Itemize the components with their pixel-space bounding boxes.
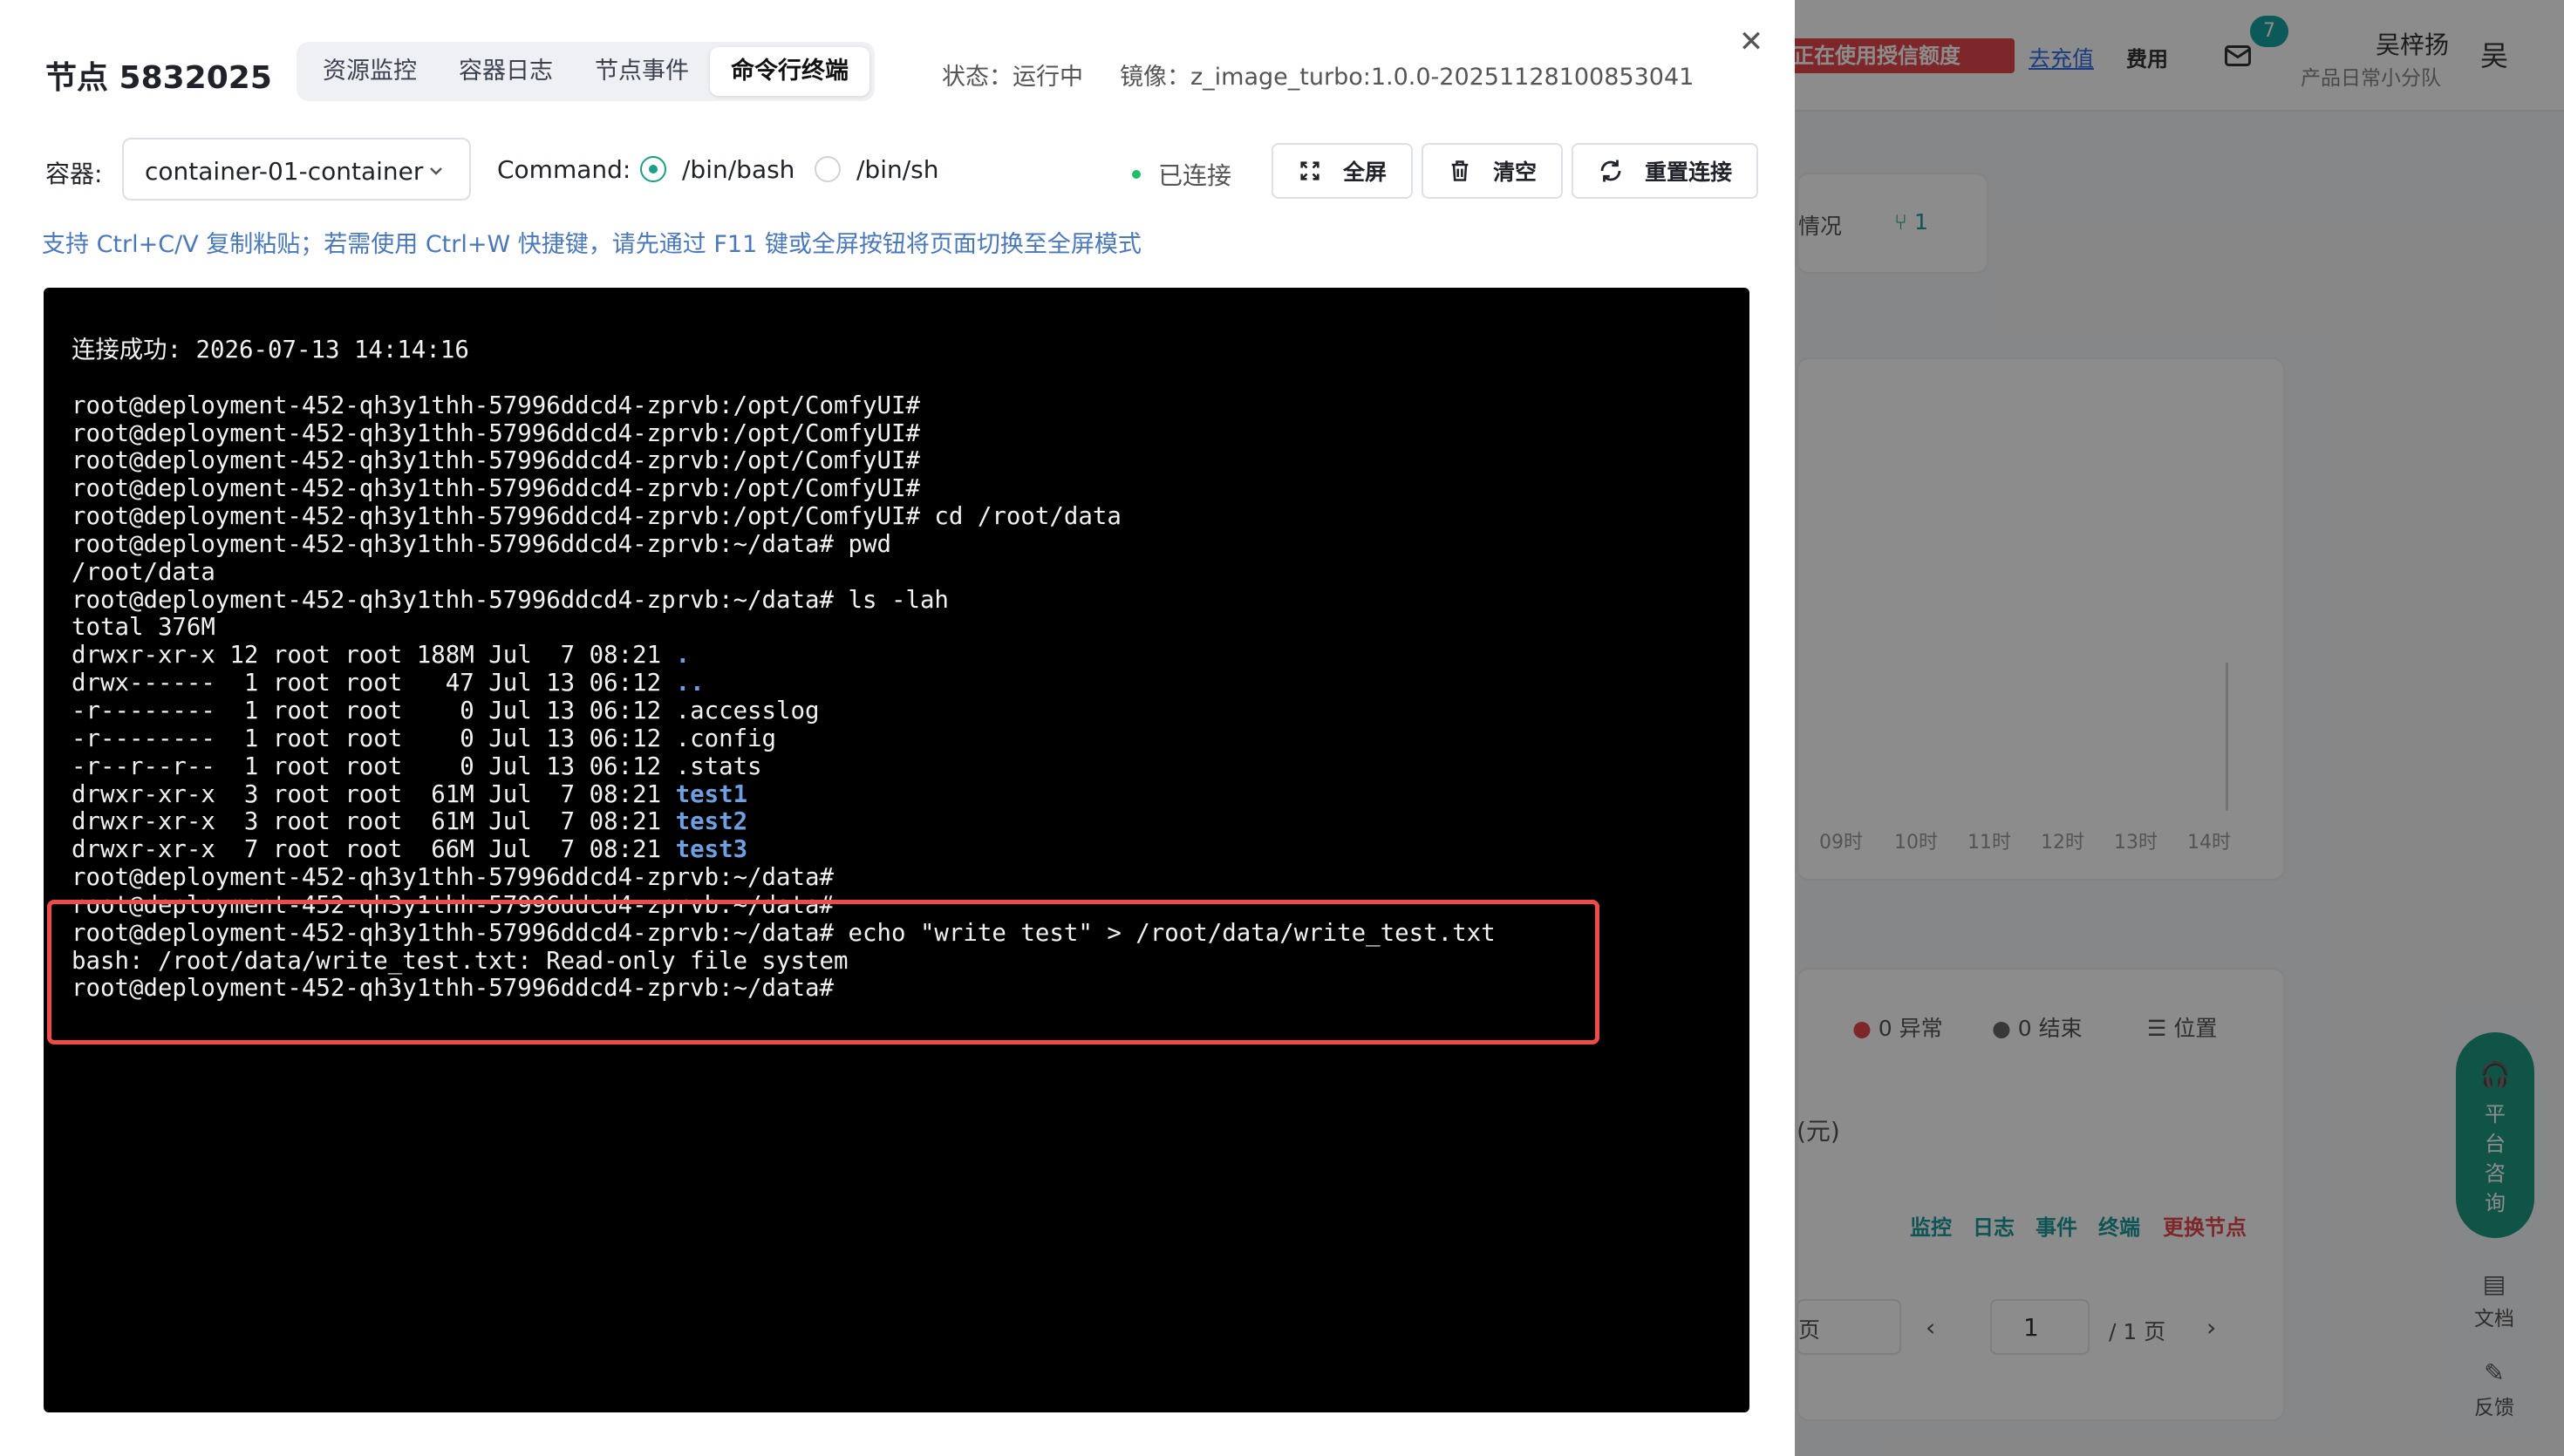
terminal-line: drwxr-xr-x 3 root root 61M Jul 7 08:21 t… [72, 808, 1496, 836]
terminal-screen[interactable]: 连接成功: 2026-07-13 14:14:16 root@deploymen… [44, 288, 1749, 1412]
terminal-line: -r--r--r-- 1 root root 0 Jul 13 06:12 .s… [72, 753, 1496, 781]
tab-resource-monitor[interactable]: 资源监控 [302, 47, 438, 96]
shell-option-bash[interactable]: /bin/bash [640, 154, 795, 184]
tab-node-events[interactable]: 节点事件 [574, 47, 710, 96]
terminal-line-text: drwxr-xr-x 3 root root 61M Jul 7 08:21 [72, 808, 676, 836]
terminal-line: -r-------- 1 root root 0 Jul 13 06:12 .a… [72, 697, 1496, 725]
radio-checked-icon [640, 156, 666, 182]
terminal-line: root@deployment-452-qh3y1thh-57996ddcd4-… [72, 587, 1496, 615]
terminal-line-text: root@deployment-452-qh3y1thh-57996ddcd4-… [72, 391, 920, 419]
fullscreen-icon [1300, 161, 1320, 180]
node-title: 节点 5832025 [45, 60, 272, 96]
terminal-line-text: root@deployment-452-qh3y1thh-57996ddcd4-… [72, 475, 920, 503]
terminal-line: root@deployment-452-qh3y1thh-57996ddcd4-… [72, 503, 1496, 531]
radio-unchecked-icon [815, 156, 841, 182]
terminal-line-text: root@deployment-452-qh3y1thh-57996ddcd4-… [72, 975, 834, 1003]
terminal-output: 连接成功: 2026-07-13 14:14:16 root@deploymen… [72, 337, 1496, 1003]
terminal-directory-name: . [675, 642, 691, 670]
connected-dot-icon [1132, 170, 1141, 179]
terminal-line: root@deployment-452-qh3y1thh-57996ddcd4-… [72, 531, 1496, 559]
terminal-line: drwxr-xr-x 12 root root 188M Jul 7 08:21… [72, 642, 1496, 670]
fullscreen-button[interactable]: 全屏 [1272, 143, 1414, 199]
terminal-line-text: root@deployment-452-qh3y1thh-57996ddcd4-… [72, 419, 920, 447]
connection-status: 已连接 [1132, 157, 1231, 192]
terminal-line: total 376M [72, 614, 1496, 642]
terminal-line-text: root@deployment-452-qh3y1thh-57996ddcd4-… [72, 447, 920, 475]
terminal-line-text: root@deployment-452-qh3y1thh-57996ddcd4-… [72, 864, 834, 892]
terminal-line: root@deployment-452-qh3y1thh-57996ddcd4-… [72, 920, 1496, 948]
terminal-line: root@deployment-452-qh3y1thh-57996ddcd4-… [72, 420, 1496, 448]
terminal-line-text: root@deployment-452-qh3y1thh-57996ddcd4-… [72, 586, 949, 614]
terminal-line-text: -r-------- 1 root root 0 Jul 13 06:12 .a… [72, 697, 820, 725]
terminal-line: root@deployment-452-qh3y1thh-57996ddcd4-… [72, 975, 1496, 1003]
terminal-line-text: drwx------ 1 root root 47 Jul 13 06:12 [72, 670, 676, 697]
terminal-line-text: drwxr-xr-x 12 root root 188M Jul 7 08:21 [72, 642, 676, 670]
terminal-line: 连接成功: 2026-07-13 14:14:16 [72, 337, 1496, 364]
terminal-line-text: -r-------- 1 root root 0 Jul 13 06:12 .c… [72, 725, 777, 752]
terminal-line-text: root@deployment-452-qh3y1thh-57996ddcd4-… [72, 891, 834, 919]
tab-container-logs[interactable]: 容器日志 [438, 47, 574, 96]
terminal-line-text: drwxr-xr-x 3 root root 61M Jul 7 08:21 [72, 780, 676, 808]
connection-label: 已连接 [1158, 161, 1232, 190]
drawer-tabs: 资源监控 容器日志 节点事件 命令行终端 [297, 42, 875, 101]
terminal-line: drwx------ 1 root root 47 Jul 13 06:12 .… [72, 670, 1496, 697]
terminal-directory-name: test1 [675, 780, 748, 808]
clear-button[interactable]: 清空 [1422, 143, 1564, 199]
terminal-line-text: root@deployment-452-qh3y1thh-57996ddcd4-… [72, 530, 891, 558]
container-select[interactable]: container-01-container [122, 138, 471, 201]
clear-label: 清空 [1493, 160, 1538, 185]
tab-terminal[interactable]: 命令行终端 [710, 47, 869, 96]
reconnect-button[interactable]: 重置连接 [1572, 143, 1759, 199]
terminal-directory-name: test2 [675, 808, 748, 836]
trash-icon [1451, 160, 1469, 181]
terminal-directory-name: .. [675, 670, 705, 697]
fullscreen-label: 全屏 [1343, 160, 1388, 185]
terminal-line-text: 连接成功: 2026-07-13 14:14:16 [72, 337, 469, 364]
terminal-line: root@deployment-452-qh3y1thh-57996ddcd4-… [72, 447, 1496, 475]
terminal-line-text: drwxr-xr-x 7 root root 66M Jul 7 08:21 [72, 836, 676, 864]
chevron-down-icon [430, 167, 442, 175]
refresh-icon [1600, 160, 1621, 182]
terminal-line: root@deployment-452-qh3y1thh-57996ddcd4-… [72, 475, 1496, 503]
terminal-line: root@deployment-452-qh3y1thh-57996ddcd4-… [72, 864, 1496, 892]
shell-option-sh[interactable]: /bin/sh [815, 154, 939, 184]
terminal-line-text: total 376M [72, 614, 215, 642]
terminal-line-text: root@deployment-452-qh3y1thh-57996ddcd4-… [72, 919, 1496, 947]
terminal-line: bash: /root/data/write_test.txt: Read-on… [72, 948, 1496, 976]
command-label: Command: [497, 155, 631, 184]
container-select-value: container-01-container [145, 157, 424, 186]
terminal-line-text [72, 364, 86, 391]
terminal-toolbar: 容器: container-01-container Command: /bin… [45, 138, 1759, 201]
node-status: 状态：运行中 [942, 64, 1083, 91]
terminal-line: /root/data [72, 559, 1496, 587]
node-image: 镜像：z_image_turbo:1.0.0-20251128100853041 [1120, 64, 1695, 91]
shell-option-label: /bin/bash [682, 154, 795, 184]
terminal-line: root@deployment-452-qh3y1thh-57996ddcd4-… [72, 892, 1496, 920]
reconnect-label: 重置连接 [1645, 160, 1733, 185]
terminal-line [72, 364, 1496, 392]
terminal-directory-name: test3 [675, 836, 748, 864]
terminal-drawer: ✕ 节点 5832025 资源监控 容器日志 节点事件 命令行终端 状态：运行中… [0, 0, 1795, 1456]
terminal-line-text: /root/data [72, 558, 215, 586]
terminal-line: drwxr-xr-x 7 root root 66M Jul 7 08:21 t… [72, 836, 1496, 864]
copy-paste-hint: 支持 Ctrl+C/V 复制粘贴；若需使用 Ctrl+W 快捷键，请先通过 F1… [42, 231, 1142, 258]
container-label: 容器: [45, 160, 103, 188]
close-icon[interactable]: ✕ [1734, 24, 1769, 59]
terminal-line-text: -r--r--r-- 1 root root 0 Jul 13 06:12 .s… [72, 752, 762, 780]
terminal-line-text: root@deployment-452-qh3y1thh-57996ddcd4-… [72, 503, 1122, 531]
terminal-line: -r-------- 1 root root 0 Jul 13 06:12 .c… [72, 725, 1496, 753]
terminal-line-text: bash: /root/data/write_test.txt: Read-on… [72, 947, 849, 975]
shell-option-label: /bin/sh [856, 154, 939, 184]
terminal-line: drwxr-xr-x 3 root root 61M Jul 7 08:21 t… [72, 781, 1496, 809]
terminal-line: root@deployment-452-qh3y1thh-57996ddcd4-… [72, 392, 1496, 420]
